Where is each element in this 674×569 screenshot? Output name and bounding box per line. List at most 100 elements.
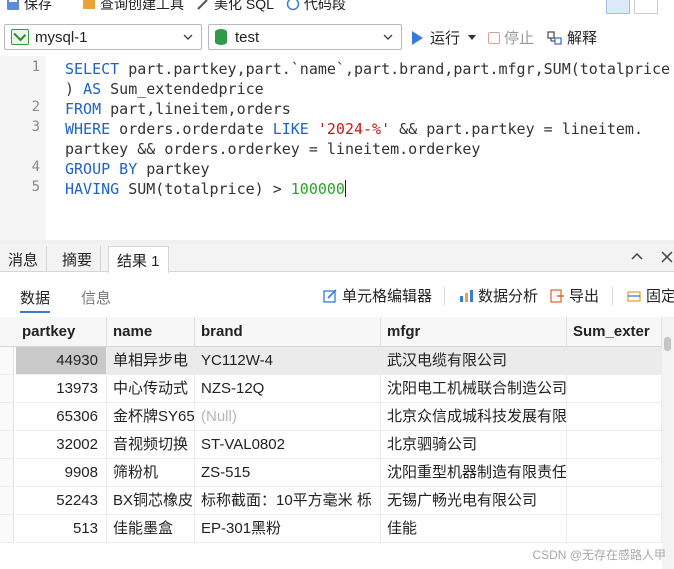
line-number: 2 — [31, 99, 40, 115]
row-marker[interactable] — [0, 459, 14, 487]
table-row[interactable]: 9908 筛粉机 ZS-515 沈阳重型机器制造有限责任 — [0, 459, 674, 487]
result-grid[interactable]: partkey name brand mfgr Sum_exter 44930 … — [0, 317, 674, 569]
line-number-gutter: 1 2 3 4 5 — [0, 56, 46, 240]
cell-brand[interactable]: ST-VAL0802 — [195, 431, 381, 459]
cell-name[interactable]: 金杯牌SY65 — [107, 403, 195, 431]
cell-name[interactable]: 单相异步电 — [107, 347, 195, 375]
caret-down-icon[interactable] — [468, 35, 477, 40]
cell-brand[interactable]: (Null) — [195, 403, 381, 431]
pin-label: 固定 — [646, 288, 674, 305]
column-header-sum-extendedprice[interactable]: Sum_exter — [567, 317, 662, 347]
cell-mfgr[interactable]: 北京众信成城科技发展有限 — [381, 403, 567, 431]
column-header-mfgr[interactable]: mfgr — [381, 317, 567, 347]
chevron-down-icon — [183, 34, 193, 40]
cell-name[interactable]: BX铜芯橡皮 — [107, 487, 195, 515]
connection-value: mysql-1 — [35, 28, 88, 46]
cell-brand[interactable]: YC112W-4 — [195, 347, 381, 375]
explain-label: 解释 — [567, 30, 598, 47]
cell-mfgr[interactable]: 佳能 — [381, 515, 567, 543]
pin-button[interactable]: 固定 — [626, 285, 674, 306]
cell-name[interactable]: 筛粉机 — [107, 459, 195, 487]
explain-button[interactable]: 解释 — [547, 27, 597, 48]
run-button[interactable]: 运行 — [412, 27, 477, 48]
export-button[interactable]: 导出 — [549, 285, 599, 306]
table-row[interactable]: 32002 音视频切换 ST-VAL0802 北京驷骑公司 — [0, 431, 674, 459]
column-header-brand[interactable]: brand — [195, 317, 381, 347]
single-view-icon[interactable] — [634, 0, 658, 14]
table-row[interactable]: 44930 单相异步电 YC112W-4 武汉电缆有限公司 — [0, 347, 674, 375]
table-row[interactable]: 52243 BX铜芯橡皮 标称截面：10平方毫米 栎 无锡广畅光电有限公司 — [0, 487, 674, 515]
cell-mfgr[interactable]: 沈阳重型机器制造有限责任 — [381, 459, 567, 487]
tab-summary[interactable]: 摘要 — [54, 246, 102, 272]
cell-partkey[interactable]: 32002 — [16, 431, 107, 459]
cell-sum-extendedprice[interactable] — [567, 459, 662, 487]
cell-brand[interactable]: NZS-12Q — [195, 375, 381, 403]
cell-partkey[interactable]: 65306 — [16, 403, 107, 431]
row-marker[interactable] — [0, 515, 14, 543]
query-builder-icon — [83, 0, 95, 9]
connection-bar: mysql-1 test 运行 停止 解释 — [0, 24, 674, 52]
cell-name[interactable]: 中心传动式 — [107, 375, 195, 403]
code-line-5: HAVING SUM(totalprice) > 100000 — [65, 180, 346, 198]
layout-toggle[interactable] — [602, 0, 658, 14]
cell-partkey[interactable]: 44930 — [16, 347, 107, 375]
save-icon — [7, 0, 19, 10]
cell-mfgr[interactable]: 沈阳电工机械联合制造公司 — [381, 375, 567, 403]
code-line-1: SELECT part.partkey,part.`name`,part.bra… — [65, 60, 671, 78]
subtab-info[interactable]: 信息 — [81, 287, 111, 308]
row-marker[interactable] — [0, 487, 14, 515]
tab-result-1[interactable]: 结果 1 — [108, 246, 169, 273]
cell-sum-extendedprice[interactable] — [567, 347, 662, 375]
cell-sum-extendedprice[interactable] — [567, 375, 662, 403]
tab-messages[interactable]: 消息 — [0, 246, 48, 272]
row-marker[interactable] — [0, 375, 14, 403]
subtab-data[interactable]: 数据 — [20, 287, 51, 313]
cell-partkey[interactable]: 13973 — [16, 375, 107, 403]
cell-brand[interactable]: 标称截面：10平方毫米 栎 — [195, 487, 381, 515]
data-analysis-button[interactable]: 数据分析 — [458, 285, 538, 306]
cell-brand[interactable]: ZS-515 — [195, 459, 381, 487]
cell-sum-extendedprice[interactable] — [567, 431, 662, 459]
snippets-button[interactable]: 代码段 — [286, 0, 346, 14]
cell-mfgr[interactable]: 无锡广畅光电有限公司 — [381, 487, 567, 515]
stop-button[interactable]: 停止 — [488, 27, 534, 48]
toolbar-divider — [444, 287, 445, 305]
table-row[interactable]: 13973 中心传动式 NZS-12Q 沈阳电工机械联合制造公司 — [0, 375, 674, 403]
cell-mfgr[interactable]: 武汉电缆有限公司 — [381, 347, 567, 375]
cell-name[interactable]: 佳能墨盒 — [107, 515, 195, 543]
toolbar-divider — [612, 287, 613, 305]
sql-editor[interactable]: 1 2 3 4 5 SELECT part.partkey,part.`name… — [0, 56, 674, 240]
connection-select[interactable]: mysql-1 — [4, 24, 202, 50]
table-row[interactable]: 513 佳能墨盒 EP-301黑粉 佳能 — [0, 515, 674, 543]
cell-mfgr[interactable]: 北京驷骑公司 — [381, 431, 567, 459]
cell-name[interactable]: 音视频切换 — [107, 431, 195, 459]
cell-brand[interactable]: EP-301黑粉 — [195, 515, 381, 543]
cell-partkey[interactable]: 9908 — [16, 459, 107, 487]
text-cursor — [344, 180, 346, 197]
play-icon — [412, 30, 423, 45]
query-builder-button[interactable]: 查询创建工具 — [82, 0, 184, 14]
row-marker[interactable] — [0, 403, 14, 431]
cell-partkey[interactable]: 513 — [16, 515, 107, 543]
vertical-scrollbar[interactable] — [662, 317, 674, 569]
column-header-partkey[interactable]: partkey — [16, 317, 107, 347]
scrollbar-thumb[interactable] — [664, 337, 671, 351]
save-button[interactable]: 保存 — [6, 0, 52, 14]
cell-editor-button[interactable]: 单元格编辑器 — [322, 285, 432, 306]
database-select[interactable]: test — [208, 24, 402, 50]
cell-sum-extendedprice[interactable] — [567, 515, 662, 543]
split-view-icon[interactable] — [606, 0, 630, 14]
column-header-name[interactable]: name — [107, 317, 195, 347]
cell-sum-extendedprice[interactable] — [567, 403, 662, 431]
row-marker[interactable] — [0, 431, 14, 459]
pin-icon — [627, 290, 641, 302]
chevron-up-icon[interactable] — [630, 250, 644, 264]
cell-partkey[interactable]: 52243 — [16, 487, 107, 515]
beautify-sql-button[interactable]: 美化 SQL — [196, 0, 274, 14]
wand-icon — [197, 0, 208, 10]
row-marker[interactable] — [0, 347, 14, 375]
close-icon[interactable] — [660, 250, 674, 264]
code-line-4: GROUP BY partkey — [65, 160, 210, 178]
table-row[interactable]: 65306 金杯牌SY65 (Null) 北京众信成城科技发展有限 — [0, 403, 674, 431]
cell-sum-extendedprice[interactable] — [567, 487, 662, 515]
